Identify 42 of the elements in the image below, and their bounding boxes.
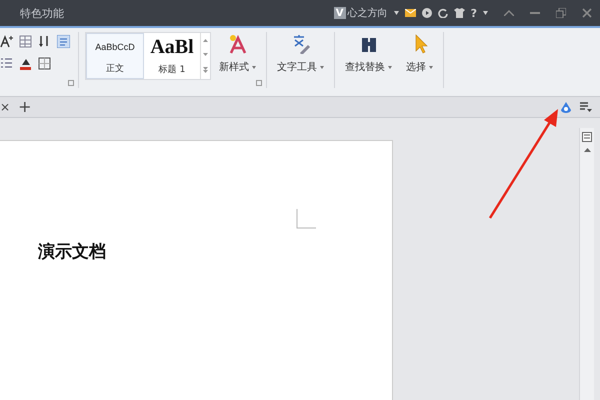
caret-icon — [252, 66, 256, 68]
restore-icon[interactable] — [556, 8, 566, 18]
caret-icon — [320, 66, 324, 68]
more-icon — [203, 67, 208, 74]
caret-icon — [394, 11, 399, 15]
style-item[interactable]: AaBbCcD 正文 — [86, 33, 144, 79]
caret-icon — [388, 66, 392, 68]
border-icon[interactable] — [38, 57, 51, 70]
scrollbar[interactable] — [579, 128, 594, 400]
margin-corner-mark — [296, 209, 316, 229]
caret-icon — [483, 11, 488, 15]
help-button[interactable]: ? — [470, 6, 477, 20]
style-item[interactable]: AaBl 标题 1 — [144, 33, 200, 79]
document-heading: 演示文档 — [38, 241, 107, 263]
shading-icon[interactable] — [19, 57, 32, 70]
dropdown-button[interactable]: 选择 — [402, 32, 437, 76]
gallery-scroll[interactable] — [200, 33, 210, 79]
dropdown-button[interactable]: 查找替换 — [341, 32, 396, 76]
close-tab-button[interactable]: × — [0, 100, 10, 114]
font-size-icon[interactable] — [0, 35, 13, 48]
user-name[interactable]: 心之方向 — [348, 6, 388, 20]
refresh-icon[interactable] — [438, 8, 448, 18]
new-tab-button[interactable]: + — [18, 99, 32, 115]
page-view-icon[interactable] — [582, 132, 592, 142]
paragraph-icon[interactable] — [57, 35, 70, 48]
scroll-up-icon[interactable] — [584, 148, 590, 152]
collapse-icon[interactable] — [504, 10, 514, 16]
shirt-icon[interactable] — [454, 8, 465, 18]
dropdown-button[interactable]: 文字工具 — [273, 32, 328, 76]
list-icon[interactable] — [0, 57, 13, 70]
scroll-up-icon — [203, 38, 208, 42]
caret-icon — [429, 66, 433, 68]
play-icon[interactable] — [422, 8, 432, 18]
table-icon[interactable] — [19, 35, 32, 48]
close-icon[interactable] — [582, 8, 592, 18]
ribbon-tab[interactable]: 特色功能 — [20, 6, 64, 20]
scroll-down-icon — [203, 52, 208, 56]
dropdown-button[interactable]: 新样式 — [215, 32, 260, 76]
new-style-icon — [228, 34, 248, 54]
mail-icon[interactable] — [404, 9, 416, 17]
list-menu-icon[interactable] — [580, 102, 592, 112]
sort-icon[interactable] — [38, 35, 51, 48]
